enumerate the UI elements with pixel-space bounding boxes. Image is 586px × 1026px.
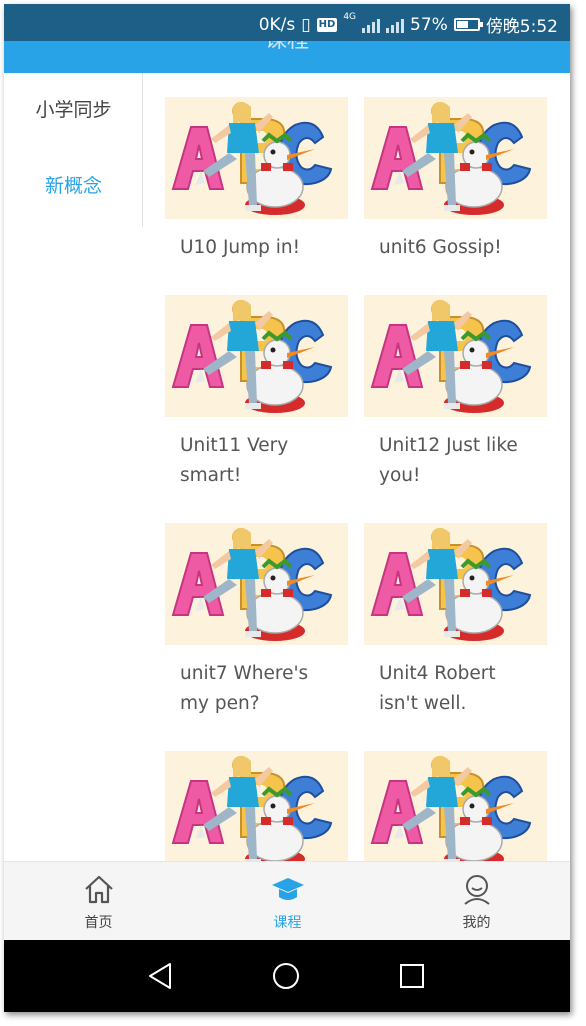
course-title: unit6 Gossip! [379, 237, 502, 258]
sidebar-item-primary-sync[interactable]: 小学同步 [4, 95, 143, 122]
tab-profile[interactable]: 我的 [382, 862, 570, 941]
app-header: 课程 0K/s ▯ HD 4G 57% 傍晚5:52 [4, 4, 570, 73]
back-icon[interactable] [140, 956, 180, 996]
system-nav-bar [4, 940, 570, 1012]
battery-percent: 57% [410, 14, 448, 35]
course-thumbnail [165, 97, 348, 219]
course-title: Unit11 Very smart! [180, 435, 289, 486]
tab-courses[interactable]: 课程 [193, 862, 382, 941]
course-card[interactable]: Unit11 Very smart! [165, 295, 348, 491]
course-thumbnail [364, 523, 547, 645]
course-thumbnail [364, 295, 547, 417]
abc-cartoon-image [165, 751, 348, 861]
abc-cartoon-image [165, 97, 348, 219]
course-thumbnail [165, 523, 348, 645]
signal-icon-2 [386, 17, 405, 33]
recents-icon[interactable] [392, 956, 432, 996]
course-thumbnail [364, 97, 547, 219]
vibrate-icon: ▯ [301, 14, 311, 35]
course-card[interactable]: Unit4 Robert isn't well. [364, 523, 547, 719]
tab-label: 我的 [462, 915, 491, 931]
abc-cartoon-image [364, 751, 547, 861]
phone-screen: 课程 0K/s ▯ HD 4G 57% 傍晚5:52 小学同步 新概念 [4, 4, 570, 1012]
abc-cartoon-image [364, 97, 547, 219]
tab-label: 课程 [273, 915, 302, 931]
home-icon [85, 875, 113, 904]
course-card[interactable]: unit6 Gossip! [364, 97, 547, 263]
category-sidebar: 小学同步 新概念 [4, 73, 143, 227]
course-card[interactable] [364, 751, 547, 861]
course-card[interactable]: unit7 Where's my pen? [165, 523, 348, 719]
signal-icon [362, 17, 381, 33]
course-title: unit7 Where's my pen? [180, 663, 309, 714]
abc-cartoon-image [364, 295, 547, 417]
course-grid: U10 Jump in! unit6 Gossip! Unit11 Very s… [165, 97, 565, 861]
clock: 傍晚5:52 [485, 17, 558, 37]
network-speed: 0K/s [258, 14, 296, 35]
user-icon [464, 875, 490, 905]
sidebar-item-new-concept[interactable]: 新概念 [4, 171, 143, 198]
course-card[interactable] [165, 751, 348, 861]
hd-badge: HD [316, 17, 338, 32]
course-title: Unit12 Just like you! [379, 435, 518, 486]
abc-cartoon-image [165, 295, 348, 417]
course-card[interactable]: Unit12 Just like you! [364, 295, 547, 491]
course-title: Unit4 Robert isn't well. [379, 663, 496, 714]
course-thumbnail [165, 295, 348, 417]
abc-cartoon-image [165, 523, 348, 645]
network-type: 4G [343, 12, 357, 22]
status-bar: 0K/s ▯ HD 4G 57% 傍晚5:52 [4, 4, 570, 41]
tab-label: 首页 [84, 915, 113, 931]
graduation-cap-icon [272, 878, 304, 900]
tab-home[interactable]: 首页 [4, 862, 193, 941]
home-circle-icon[interactable] [266, 956, 306, 996]
abc-cartoon-image [364, 523, 547, 645]
battery-fill [456, 21, 468, 28]
battery-icon [453, 18, 483, 31]
bottom-tab-bar: 首页 课程 我的 [4, 861, 570, 940]
course-thumbnail [165, 751, 348, 861]
course-card[interactable]: U10 Jump in! [165, 97, 348, 263]
course-thumbnail [364, 751, 547, 861]
course-title: U10 Jump in! [180, 237, 301, 258]
